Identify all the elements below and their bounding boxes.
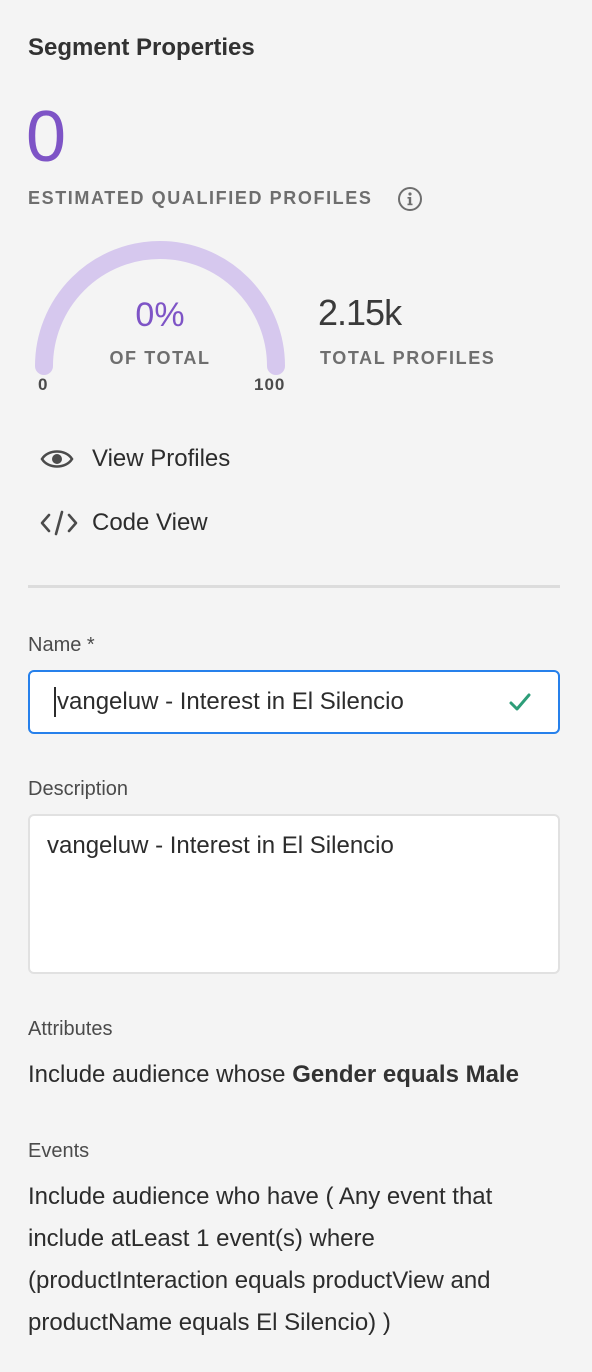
attributes-prefix: Include audience whose (28, 1061, 293, 1088)
gauge-percent: 0% (135, 296, 185, 334)
total-profiles-value: 2.15k (318, 292, 402, 333)
estimated-profiles-label: ESTIMATED QUALIFIED PROFILES (28, 188, 373, 208)
attributes-summary: Include audience whose Gender equals Mal… (28, 1054, 564, 1096)
gauge-of-total-label: OF TOTAL (109, 348, 211, 368)
section-divider (28, 585, 560, 588)
segment-properties-panel: Segment Properties 0 ESTIMATED QUALIFIED… (0, 0, 592, 1372)
description-textarea[interactable]: vangeluw - Interest in El Silencio (28, 814, 560, 974)
total-profiles-label: TOTAL PROFILES (320, 348, 496, 368)
name-input[interactable]: vangeluw - Interest in El Silencio (28, 670, 560, 734)
checkmark-icon (509, 693, 531, 711)
attributes-label: Attributes (28, 1018, 113, 1040)
estimated-profile-count: 0 (26, 97, 67, 177)
gauge-min-label: 0 (38, 375, 49, 394)
name-field-label: Name * (28, 634, 95, 656)
gauge-max-label: 100 (254, 375, 286, 394)
code-view-label: Code View (92, 509, 208, 536)
panel-title: Segment Properties (28, 34, 255, 61)
events-summary: Include audience who have ( Any event th… (28, 1183, 493, 1336)
code-view-button[interactable]: Code View (40, 503, 208, 543)
events-label: Events (28, 1140, 90, 1162)
code-icon (40, 507, 80, 539)
name-input-value: vangeluw - Interest in El Silencio (57, 688, 404, 715)
description-field-label: Description (28, 778, 129, 800)
info-icon[interactable] (397, 186, 423, 212)
text-caret (54, 687, 56, 717)
eye-icon (40, 443, 80, 475)
view-profiles-button[interactable]: View Profiles (40, 439, 230, 479)
attributes-rule: Gender equals Male (292, 1061, 519, 1088)
view-profiles-label: View Profiles (92, 445, 231, 472)
description-value: vangeluw - Interest in El Silencio (47, 832, 394, 859)
